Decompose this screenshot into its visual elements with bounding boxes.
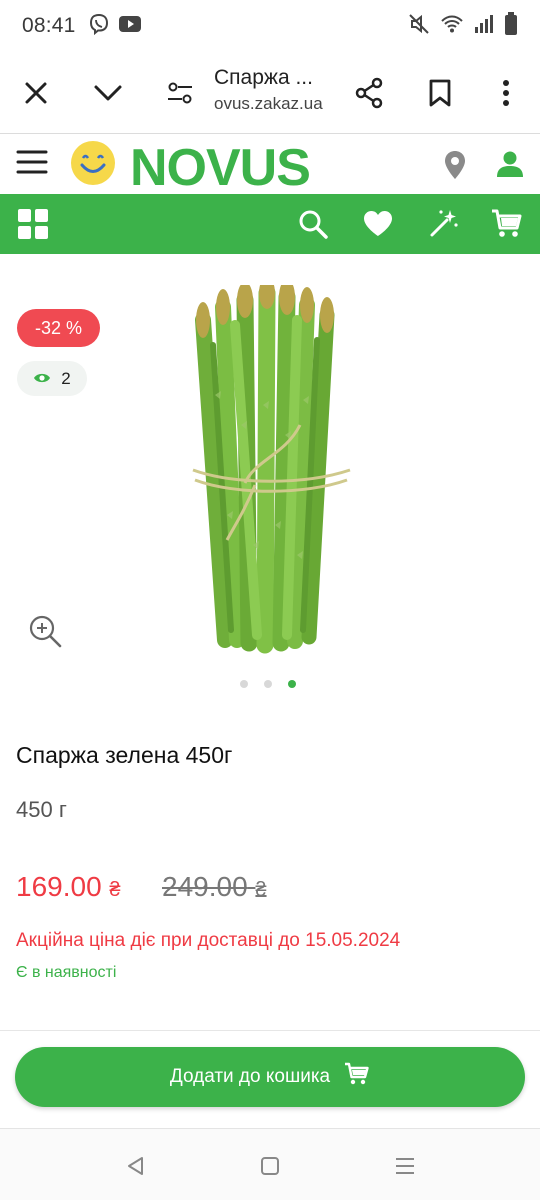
- site-settings-icon[interactable]: [162, 75, 198, 111]
- share-icon[interactable]: [351, 75, 387, 111]
- tab-title: Спаржа ...: [214, 66, 313, 89]
- stock-status: Є в наявності: [16, 964, 117, 981]
- recents-nav-icon[interactable]: [390, 1151, 420, 1181]
- main-nav-bar: [0, 194, 540, 254]
- page-title-area[interactable]: Спаржа ... ovus.zakaz.ua: [214, 66, 339, 114]
- chevron-down-icon[interactable]: [90, 75, 126, 111]
- wifi-icon: [440, 14, 464, 39]
- battery-icon: [504, 11, 518, 41]
- hamburger-menu-icon[interactable]: [16, 149, 48, 180]
- novus-logo[interactable]: NOVUS: [130, 138, 311, 198]
- magic-wand-icon[interactable]: [429, 208, 459, 243]
- views-count: 2: [61, 368, 71, 388]
- views-badge: 2: [17, 361, 87, 396]
- favorites-heart-icon[interactable]: [363, 210, 393, 242]
- product-title: Спаржа зелена 450г: [16, 742, 233, 768]
- old-price-currency: ₴: [255, 879, 267, 901]
- eye-icon: [33, 369, 51, 389]
- smiley-logo-icon[interactable]: [70, 140, 116, 191]
- status-bar: 08:41: [0, 0, 540, 52]
- sale-price-value: 169.00: [16, 871, 102, 902]
- more-options-icon[interactable]: [488, 75, 524, 111]
- gallery-dot[interactable]: [240, 680, 248, 688]
- location-pin-icon[interactable]: [444, 150, 466, 185]
- back-nav-icon[interactable]: [120, 1151, 150, 1181]
- product-image[interactable]: [175, 277, 365, 655]
- system-nav-bar: [0, 1128, 540, 1200]
- sale-price: 169.00 ₴: [16, 871, 121, 903]
- sale-price-currency: ₴: [109, 879, 121, 901]
- status-time: 08:41: [22, 14, 76, 37]
- page-url: ovus.zakaz.ua: [214, 94, 323, 113]
- search-icon[interactable]: [298, 209, 328, 244]
- add-to-cart-button[interactable]: Додати до кошика: [15, 1047, 525, 1107]
- discount-badge: -32 %: [17, 309, 100, 347]
- close-icon[interactable]: [18, 75, 54, 111]
- viber-icon: [88, 13, 110, 40]
- old-price: 249.00 ₴: [162, 871, 267, 903]
- browser-toolbar: Спаржа ... ovus.zakaz.ua: [0, 52, 540, 134]
- cart-icon[interactable]: [491, 208, 523, 245]
- user-account-icon[interactable]: [496, 150, 524, 183]
- signal-icon: [474, 14, 494, 39]
- gallery-pagination: [240, 680, 296, 688]
- catalog-grid-icon[interactable]: [17, 208, 49, 245]
- gallery-dot[interactable]: [264, 680, 272, 688]
- product-weight: 450 г: [16, 797, 67, 822]
- cart-icon: [344, 1062, 370, 1092]
- old-price-value: 249.00: [162, 871, 248, 902]
- zoom-in-icon[interactable]: [28, 614, 62, 653]
- site-header: NOVUS: [0, 136, 540, 197]
- gallery-dot-active[interactable]: [288, 680, 296, 688]
- mute-icon: [408, 13, 430, 40]
- promo-note: Акційна ціна діє при доставці до 15.05.2…: [16, 930, 401, 951]
- divider: [0, 1030, 540, 1031]
- bookmark-icon[interactable]: [422, 75, 458, 111]
- youtube-icon: [118, 15, 142, 38]
- home-nav-icon[interactable]: [255, 1151, 285, 1181]
- add-to-cart-label: Додати до кошика: [169, 1066, 331, 1087]
